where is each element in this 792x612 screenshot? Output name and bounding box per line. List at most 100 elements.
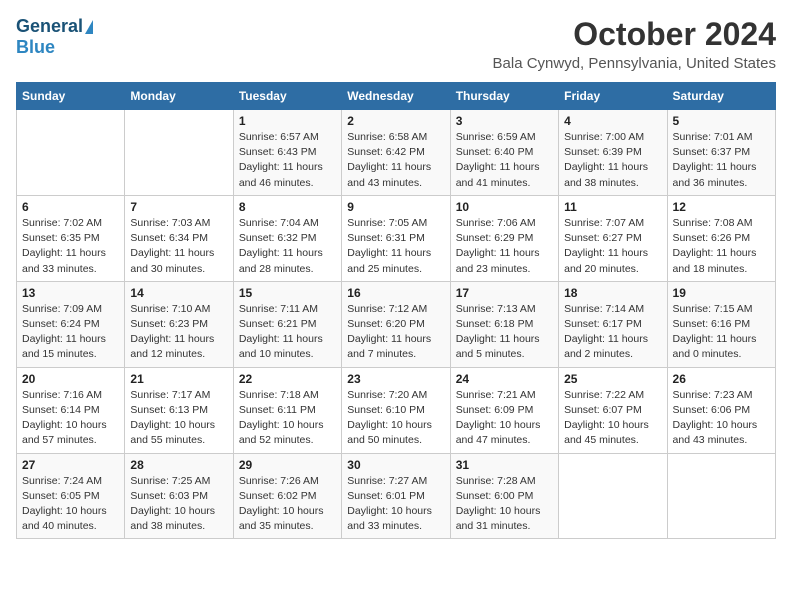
day-number: 26 <box>673 372 770 386</box>
day-info: Sunrise: 7:17 AM Sunset: 6:13 PM Dayligh… <box>130 388 227 449</box>
day-of-week-header: Wednesday <box>342 83 450 110</box>
calendar-cell: 24Sunrise: 7:21 AM Sunset: 6:09 PM Dayli… <box>450 367 558 453</box>
calendar-cell: 20Sunrise: 7:16 AM Sunset: 6:14 PM Dayli… <box>17 367 125 453</box>
day-info: Sunrise: 7:14 AM Sunset: 6:17 PM Dayligh… <box>564 302 661 363</box>
day-info: Sunrise: 7:25 AM Sunset: 6:03 PM Dayligh… <box>130 474 227 535</box>
day-info: Sunrise: 7:18 AM Sunset: 6:11 PM Dayligh… <box>239 388 336 449</box>
day-info: Sunrise: 7:04 AM Sunset: 6:32 PM Dayligh… <box>239 216 336 277</box>
day-number: 1 <box>239 114 336 128</box>
day-info: Sunrise: 7:27 AM Sunset: 6:01 PM Dayligh… <box>347 474 444 535</box>
day-info: Sunrise: 7:00 AM Sunset: 6:39 PM Dayligh… <box>564 130 661 191</box>
calendar-cell: 13 Sunrise: 7:09 AM Sunset: 6:24 PM Dayli… <box>17 281 125 367</box>
location: Bala Cynwyd, Pennsylvania, United States <box>493 55 776 72</box>
calendar-cell: 29 Sunrise: 7:26 AM Sunset: 6:02 PM Dayli… <box>233 453 341 539</box>
calendar-cell: 25Sunrise: 7:22 AM Sunset: 6:07 PM Dayli… <box>559 367 667 453</box>
day-number: 31 <box>456 458 553 472</box>
day-info: Sunrise: 7:16 AM Sunset: 6:14 PM Dayligh… <box>22 388 119 449</box>
calendar-cell: 18Sunrise: 7:14 AM Sunset: 6:17 PM Dayli… <box>559 281 667 367</box>
calendar-cell: 6 Sunrise: 7:02 AM Sunset: 6:35 PM Daylig… <box>17 195 125 281</box>
calendar-cell <box>667 453 775 539</box>
day-info: Sunrise: 7:15 AM Sunset: 6:16 PM Dayligh… <box>673 302 770 363</box>
calendar-week-row: 20Sunrise: 7:16 AM Sunset: 6:14 PM Dayli… <box>17 367 776 453</box>
day-info: Sunrise: 7:10 AM Sunset: 6:23 PM Dayligh… <box>130 302 227 363</box>
logo-blue-text: Blue <box>16 37 93 58</box>
calendar-cell: 22 Sunrise: 7:18 AM Sunset: 6:11 PM Dayli… <box>233 367 341 453</box>
calendar-cell: 19 Sunrise: 7:15 AM Sunset: 6:16 PM Dayli… <box>667 281 775 367</box>
calendar-week-row: 27Sunrise: 7:24 AM Sunset: 6:05 PM Dayli… <box>17 453 776 539</box>
calendar-cell: 16Sunrise: 7:12 AM Sunset: 6:20 PM Dayli… <box>342 281 450 367</box>
day-number: 21 <box>130 372 227 386</box>
day-info: Sunrise: 7:02 AM Sunset: 6:35 PM Dayligh… <box>22 216 119 277</box>
calendar-cell <box>559 453 667 539</box>
calendar-cell: 10Sunrise: 7:06 AM Sunset: 6:29 PM Dayli… <box>450 195 558 281</box>
day-info: Sunrise: 7:24 AM Sunset: 6:05 PM Dayligh… <box>22 474 119 535</box>
day-number: 29 <box>239 458 336 472</box>
day-number: 4 <box>564 114 661 128</box>
day-info: Sunrise: 7:03 AM Sunset: 6:34 PM Dayligh… <box>130 216 227 277</box>
page-header: General Blue October 2024 Bala Cynwyd, P… <box>16 16 776 72</box>
day-number: 22 <box>239 372 336 386</box>
day-of-week-header: Thursday <box>450 83 558 110</box>
day-of-week-header: Saturday <box>667 83 775 110</box>
day-number: 11 <box>564 200 661 214</box>
day-of-week-header: Monday <box>125 83 233 110</box>
day-info: Sunrise: 7:01 AM Sunset: 6:37 PM Dayligh… <box>673 130 770 191</box>
day-number: 23 <box>347 372 444 386</box>
calendar-cell: 28 Sunrise: 7:25 AM Sunset: 6:03 PM Dayli… <box>125 453 233 539</box>
calendar-cell: 11 Sunrise: 7:07 AM Sunset: 6:27 PM Dayli… <box>559 195 667 281</box>
title-block: October 2024 Bala Cynwyd, Pennsylvania, … <box>493 16 776 72</box>
day-info: Sunrise: 7:20 AM Sunset: 6:10 PM Dayligh… <box>347 388 444 449</box>
calendar-cell: 15 Sunrise: 7:11 AM Sunset: 6:21 PM Dayli… <box>233 281 341 367</box>
calendar-cell: 4 Sunrise: 7:00 AM Sunset: 6:39 PM Daylig… <box>559 110 667 196</box>
day-number: 9 <box>347 200 444 214</box>
logo-general-text: General <box>16 16 83 37</box>
day-number: 30 <box>347 458 444 472</box>
day-number: 12 <box>673 200 770 214</box>
calendar-cell: 3 Sunrise: 6:59 AM Sunset: 6:40 PM Daylig… <box>450 110 558 196</box>
month-title: October 2024 <box>493 16 776 53</box>
calendar-cell: 31 Sunrise: 7:28 AM Sunset: 6:00 PM Dayli… <box>450 453 558 539</box>
day-number: 5 <box>673 114 770 128</box>
day-info: Sunrise: 7:05 AM Sunset: 6:31 PM Dayligh… <box>347 216 444 277</box>
calendar-cell: 8 Sunrise: 7:04 AM Sunset: 6:32 PM Daylig… <box>233 195 341 281</box>
calendar-cell: 12Sunrise: 7:08 AM Sunset: 6:26 PM Dayli… <box>667 195 775 281</box>
day-number: 14 <box>130 286 227 300</box>
day-info: Sunrise: 7:13 AM Sunset: 6:18 PM Dayligh… <box>456 302 553 363</box>
day-info: Sunrise: 7:12 AM Sunset: 6:20 PM Dayligh… <box>347 302 444 363</box>
day-number: 3 <box>456 114 553 128</box>
day-number: 24 <box>456 372 553 386</box>
day-number: 7 <box>130 200 227 214</box>
day-of-week-header: Friday <box>559 83 667 110</box>
day-info: Sunrise: 6:58 AM Sunset: 6:42 PM Dayligh… <box>347 130 444 191</box>
calendar-cell: 30 Sunrise: 7:27 AM Sunset: 6:01 PM Dayli… <box>342 453 450 539</box>
calendar-cell: 27Sunrise: 7:24 AM Sunset: 6:05 PM Dayli… <box>17 453 125 539</box>
calendar-cell <box>17 110 125 196</box>
calendar-cell: 21 Sunrise: 7:17 AM Sunset: 6:13 PM Dayli… <box>125 367 233 453</box>
day-number: 10 <box>456 200 553 214</box>
day-number: 15 <box>239 286 336 300</box>
calendar-header-row: SundayMondayTuesdayWednesdayThursdayFrid… <box>17 83 776 110</box>
calendar-cell: 7 Sunrise: 7:03 AM Sunset: 6:34 PM Daylig… <box>125 195 233 281</box>
day-number: 28 <box>130 458 227 472</box>
calendar-cell: 17 Sunrise: 7:13 AM Sunset: 6:18 PM Dayli… <box>450 281 558 367</box>
day-number: 13 <box>22 286 119 300</box>
calendar-week-row: 6 Sunrise: 7:02 AM Sunset: 6:35 PM Daylig… <box>17 195 776 281</box>
calendar-cell: 2Sunrise: 6:58 AM Sunset: 6:42 PM Daylig… <box>342 110 450 196</box>
day-info: Sunrise: 7:07 AM Sunset: 6:27 PM Dayligh… <box>564 216 661 277</box>
calendar-cell: 26Sunrise: 7:23 AM Sunset: 6:06 PM Dayli… <box>667 367 775 453</box>
calendar-cell: 1Sunrise: 6:57 AM Sunset: 6:43 PM Daylig… <box>233 110 341 196</box>
day-info: Sunrise: 7:11 AM Sunset: 6:21 PM Dayligh… <box>239 302 336 363</box>
calendar-cell: 23 Sunrise: 7:20 AM Sunset: 6:10 PM Dayli… <box>342 367 450 453</box>
day-info: Sunrise: 6:59 AM Sunset: 6:40 PM Dayligh… <box>456 130 553 191</box>
day-number: 19 <box>673 286 770 300</box>
day-info: Sunrise: 7:22 AM Sunset: 6:07 PM Dayligh… <box>564 388 661 449</box>
calendar-cell: 9 Sunrise: 7:05 AM Sunset: 6:31 PM Daylig… <box>342 195 450 281</box>
day-number: 6 <box>22 200 119 214</box>
day-info: Sunrise: 7:26 AM Sunset: 6:02 PM Dayligh… <box>239 474 336 535</box>
day-info: Sunrise: 7:09 AM Sunset: 6:24 PM Dayligh… <box>22 302 119 363</box>
day-number: 17 <box>456 286 553 300</box>
logo-triangle-icon <box>85 20 93 34</box>
day-number: 8 <box>239 200 336 214</box>
calendar-table: SundayMondayTuesdayWednesdayThursdayFrid… <box>16 82 776 539</box>
day-info: Sunrise: 7:28 AM Sunset: 6:00 PM Dayligh… <box>456 474 553 535</box>
